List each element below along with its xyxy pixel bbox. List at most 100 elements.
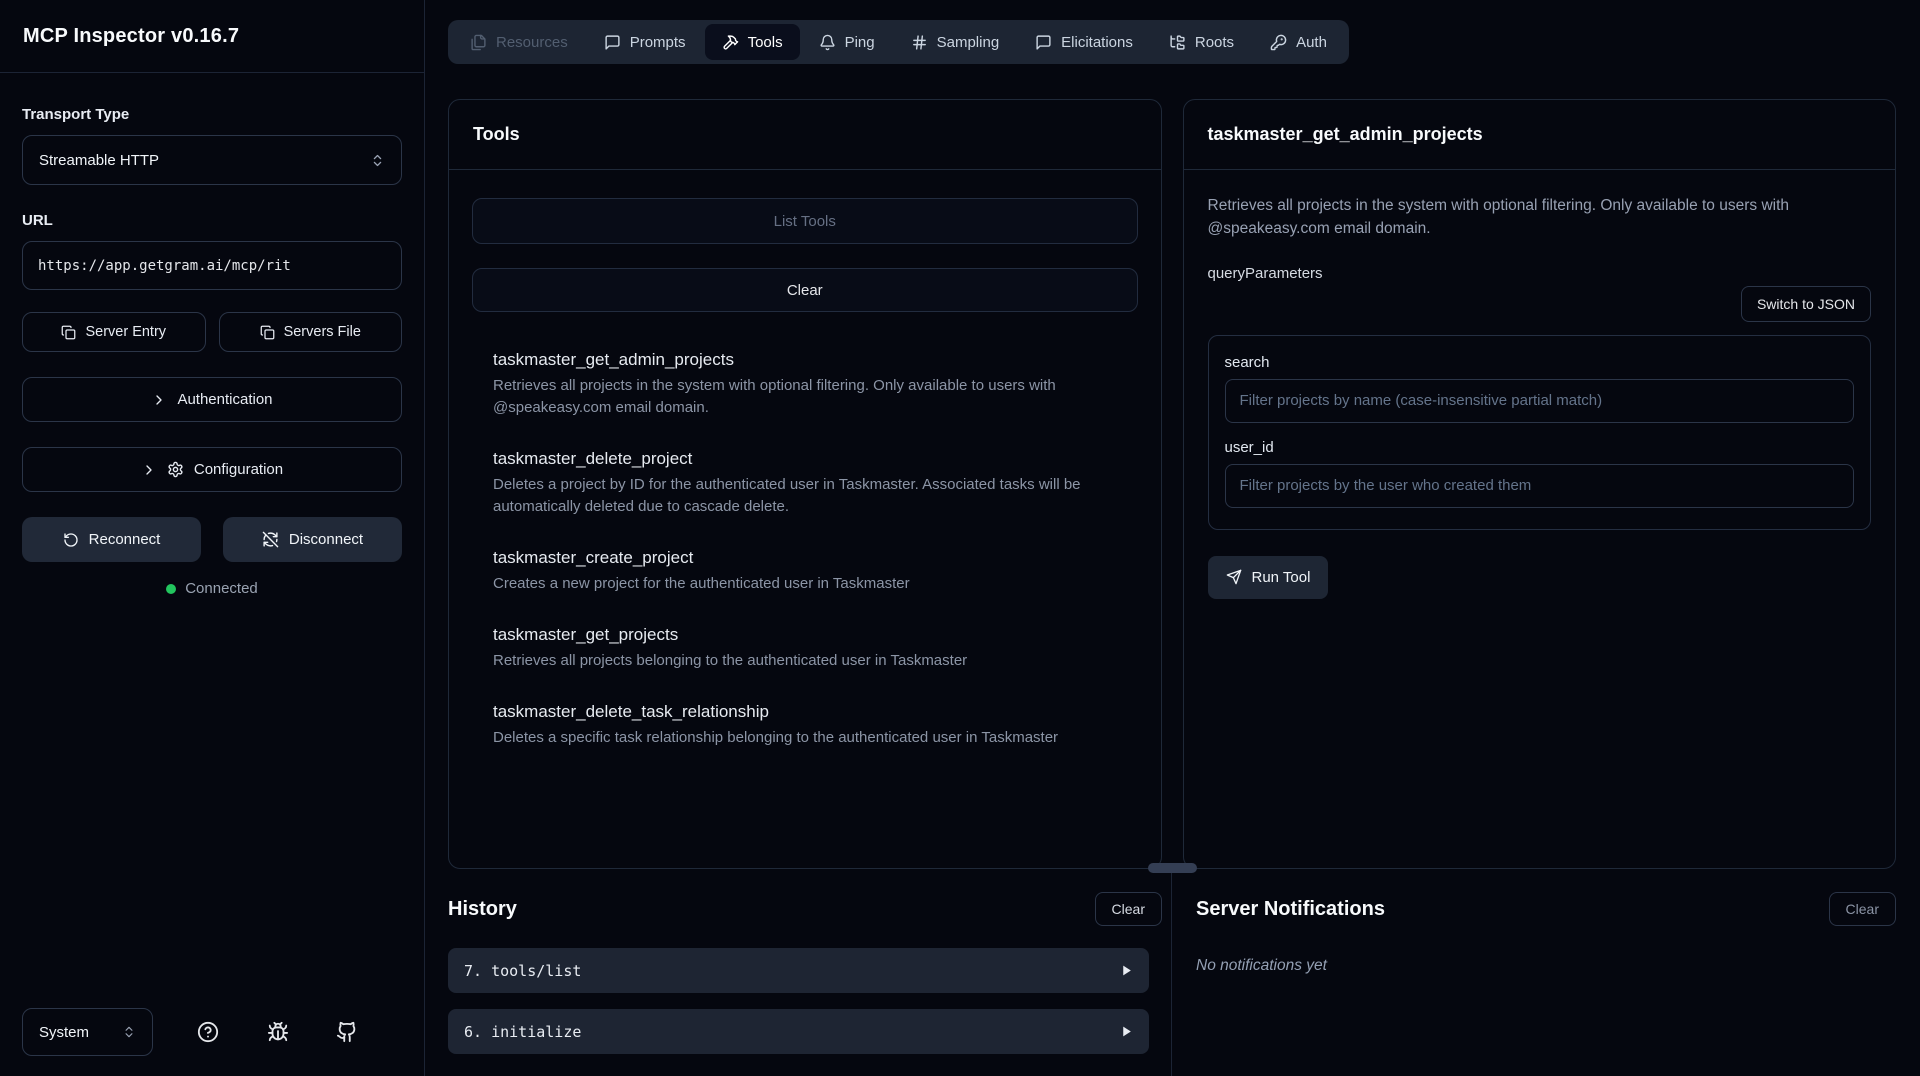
help-button[interactable] <box>193 1017 223 1047</box>
play-icon <box>1120 964 1133 977</box>
bottom-area: History Clear 7. tools/list 6. initializ… <box>448 869 1896 1076</box>
url-input[interactable] <box>22 241 402 290</box>
switch-to-json-button[interactable]: Switch to JSON <box>1741 286 1871 322</box>
reconnect-label: Reconnect <box>89 531 161 548</box>
tool-item[interactable]: taskmaster_delete_task_relationship Dele… <box>493 702 1117 749</box>
authentication-label: Authentication <box>177 391 272 408</box>
server-buttons-row: Server Entry Servers File <box>22 312 402 352</box>
servers-file-button[interactable]: Servers File <box>219 312 403 352</box>
mcp-inspector-app: MCP Inspector v0.16.7 Transport Type Str… <box>0 0 1920 1076</box>
search-field-label: search <box>1225 354 1855 371</box>
tab-prompts[interactable]: Prompts <box>587 24 703 60</box>
tab-label: Prompts <box>630 34 686 51</box>
tab-roots[interactable]: Roots <box>1152 24 1251 60</box>
status-label: Connected <box>185 580 258 597</box>
send-icon <box>1226 569 1242 585</box>
clear-history-button[interactable]: Clear <box>1095 892 1162 926</box>
tool-item[interactable]: taskmaster_delete_project Deletes a proj… <box>493 449 1117 518</box>
gear-icon <box>167 461 184 478</box>
play-icon <box>1120 1025 1133 1038</box>
key-icon <box>1270 34 1287 51</box>
disconnect-button[interactable]: Disconnect <box>223 517 402 562</box>
tool-name: taskmaster_get_projects <box>493 625 1117 645</box>
transport-type-value: Streamable HTTP <box>39 152 159 169</box>
theme-select[interactable]: System <box>22 1008 153 1056</box>
run-tool-label: Run Tool <box>1252 569 1311 586</box>
tab-ping[interactable]: Ping <box>802 24 892 60</box>
tab-label: Roots <box>1195 34 1234 51</box>
tab-label: Auth <box>1296 34 1327 51</box>
tools-panel: Tools List Tools Clear taskmaster_get_ad… <box>448 99 1162 869</box>
tab-sampling[interactable]: Sampling <box>894 24 1017 60</box>
tab-label: Ping <box>845 34 875 51</box>
history-header: History Clear <box>448 892 1162 926</box>
tab-label: Tools <box>748 34 783 51</box>
clear-notifications-button[interactable]: Clear <box>1829 892 1896 926</box>
tool-detail-title: taskmaster_get_admin_projects <box>1208 124 1483 145</box>
tab-elicitations[interactable]: Elicitations <box>1018 24 1150 60</box>
user-id-field[interactable] <box>1225 464 1855 508</box>
tool-detail-panel: taskmaster_get_admin_projects Retrieves … <box>1183 99 1897 869</box>
history-item-label: 6. initialize <box>464 1023 581 1041</box>
tool-description: Deletes a specific task relationship bel… <box>493 727 1117 749</box>
chevron-right-icon <box>151 392 167 408</box>
tab-label: Resources <box>496 34 568 51</box>
folder-tree-icon <box>1169 34 1186 51</box>
message-square-icon <box>604 34 621 51</box>
tool-item[interactable]: taskmaster_create_project Creates a new … <box>493 548 1117 595</box>
notifications-title: Server Notifications <box>1196 898 1385 921</box>
footer-icons <box>153 1017 402 1047</box>
status-dot <box>166 584 176 594</box>
sidebar-footer: System <box>0 1008 424 1076</box>
copy-icon <box>260 325 275 340</box>
bell-icon <box>819 34 836 51</box>
tool-name: taskmaster_delete_project <box>493 449 1117 469</box>
sidebar-body: Transport Type Streamable HTTP URL Serve… <box>0 73 424 1008</box>
history-item[interactable]: 6. initialize <box>448 1009 1149 1054</box>
list-tools-button[interactable]: List Tools <box>472 198 1138 244</box>
tab-resources[interactable]: Resources <box>453 24 585 60</box>
server-notifications-panel: Server Notifications Clear No notificati… <box>1172 869 1896 1076</box>
github-button[interactable] <box>332 1017 362 1047</box>
user-id-field-label: user_id <box>1225 439 1855 456</box>
configuration-expander[interactable]: Configuration <box>22 447 402 492</box>
top-panels: Tools List Tools Clear taskmaster_get_ad… <box>448 99 1896 869</box>
tool-item[interactable]: taskmaster_get_admin_projects Retrieves … <box>493 350 1117 419</box>
clear-tools-button[interactable]: Clear <box>472 268 1138 312</box>
reconnect-button[interactable]: Reconnect <box>22 517 201 562</box>
bug-icon <box>267 1021 289 1043</box>
github-icon <box>336 1021 358 1043</box>
tab-tools[interactable]: Tools <box>705 24 800 60</box>
copy-icon <box>61 325 76 340</box>
files-icon <box>470 34 487 51</box>
rotate-ccw-icon <box>63 532 79 548</box>
chevrons-up-down-icon <box>122 1025 136 1039</box>
connection-status: Connected <box>22 580 402 597</box>
tools-panel-header: Tools <box>449 100 1161 170</box>
history-item[interactable]: 7. tools/list <box>448 948 1149 993</box>
tool-item[interactable]: taskmaster_get_projects Retrieves all pr… <box>493 625 1117 672</box>
tool-list: taskmaster_get_admin_projects Retrieves … <box>472 350 1138 749</box>
authentication-expander[interactable]: Authentication <box>22 377 402 422</box>
tab-label: Elicitations <box>1061 34 1133 51</box>
configuration-label: Configuration <box>194 461 283 478</box>
history-item-label: 7. tools/list <box>464 962 581 980</box>
query-parameters-label: queryParameters <box>1208 265 1872 282</box>
report-bug-button[interactable] <box>263 1017 293 1047</box>
parameters-form: search user_id <box>1208 335 1872 530</box>
tool-description: Deletes a project by ID for the authenti… <box>493 474 1117 518</box>
disconnect-label: Disconnect <box>289 531 363 548</box>
transport-type-select[interactable]: Streamable HTTP <box>22 135 402 185</box>
run-tool-button[interactable]: Run Tool <box>1208 556 1329 599</box>
search-field[interactable] <box>1225 379 1855 423</box>
tab-bar: Resources Prompts Tools Ping Sampling El… <box>448 20 1349 64</box>
message-square-icon <box>1035 34 1052 51</box>
server-entry-button[interactable]: Server Entry <box>22 312 206 352</box>
sidebar-header: MCP Inspector v0.16.7 <box>0 0 424 73</box>
resize-handle[interactable] <box>1148 863 1197 873</box>
tab-auth[interactable]: Auth <box>1253 24 1344 60</box>
tool-detail-body: Retrieves all projects in the system wit… <box>1184 170 1896 599</box>
tool-description: Retrieves all projects in the system wit… <box>493 375 1117 419</box>
tool-description: Retrieves all projects belonging to the … <box>493 650 1117 672</box>
circle-help-icon <box>197 1021 219 1043</box>
